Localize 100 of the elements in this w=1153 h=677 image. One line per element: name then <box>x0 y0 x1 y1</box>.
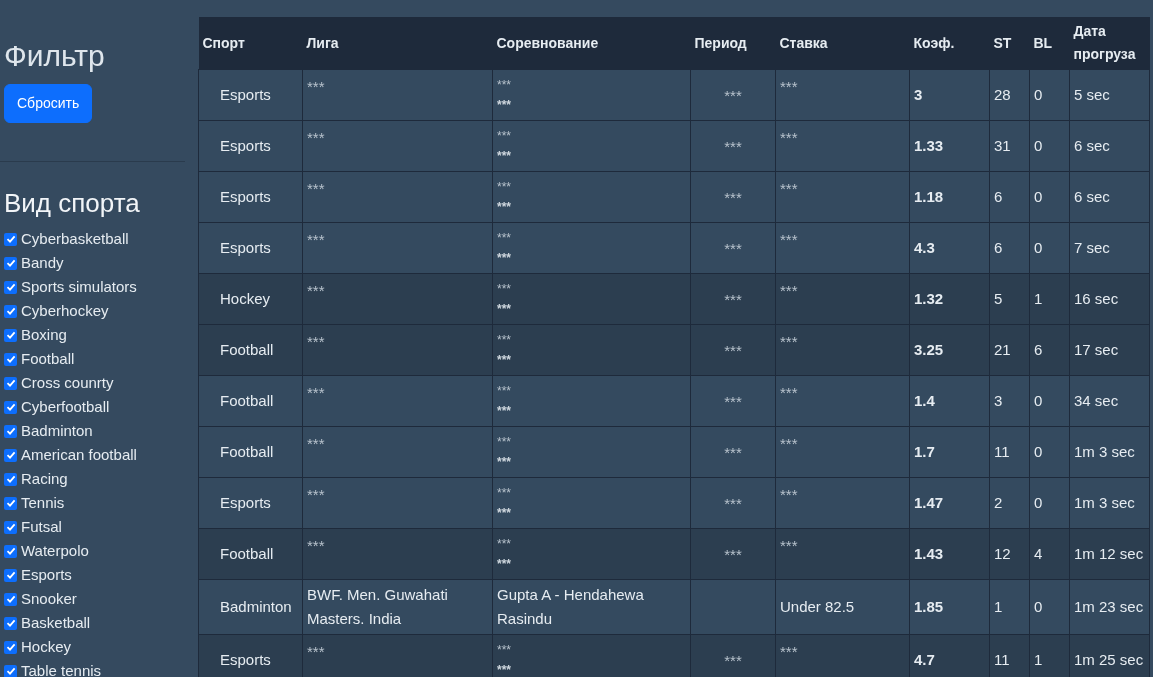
table-cell: 0 <box>1029 120 1070 171</box>
column-header: Спорт <box>198 17 303 69</box>
sport-label[interactable]: Football <box>21 347 75 371</box>
column-header: Коэф. <box>909 17 990 69</box>
table-cell-text: *** <box>497 351 512 369</box>
table-cell: 31 <box>989 120 1030 171</box>
table-cell: 6 sec <box>1069 171 1150 222</box>
sport-label[interactable]: Snooker <box>21 587 77 611</box>
checkbox[interactable] <box>4 328 17 342</box>
table-cell: *** <box>775 528 910 579</box>
checkbox[interactable] <box>4 376 17 390</box>
table-cell: Under 82.5 <box>775 579 910 634</box>
checkbox[interactable] <box>4 496 17 510</box>
checkbox[interactable] <box>4 400 17 414</box>
table-cell: 1m 3 sec <box>1069 426 1150 477</box>
table-cell: *** <box>690 426 776 477</box>
column-header: Период <box>690 17 776 69</box>
checkbox[interactable] <box>4 520 17 534</box>
table-cell: 34 sec <box>1069 375 1150 426</box>
table-cell: 1m 25 sec <box>1069 634 1150 677</box>
sport-label[interactable]: Futsal <box>21 515 62 539</box>
table-cell-text: *** <box>497 249 512 267</box>
sport-label[interactable]: Sports simulators <box>21 275 137 299</box>
table-cell: *** <box>775 222 910 273</box>
table-cell: *** <box>302 69 493 120</box>
table-cell-text: *** <box>497 641 512 659</box>
checkbox[interactable] <box>4 424 17 438</box>
sport-label[interactable]: Hockey <box>21 635 72 659</box>
checkbox[interactable] <box>4 280 17 294</box>
sport-label[interactable]: Table tennis <box>21 659 102 677</box>
table-cell: 16 sec <box>1069 273 1150 324</box>
sport-label[interactable]: Tennis <box>21 491 65 515</box>
sport-label[interactable]: Cyberfootball <box>21 395 110 419</box>
table-cell: 6 <box>989 171 1030 222</box>
sport-label[interactable]: Bandy <box>21 251 64 275</box>
table-cell: Football <box>198 528 303 579</box>
checkbox[interactable] <box>4 592 17 606</box>
checkbox[interactable] <box>4 640 17 654</box>
column-header: ST <box>989 17 1030 69</box>
sport-label[interactable]: Esports <box>21 563 72 587</box>
table-cell: 0 <box>1029 69 1070 120</box>
reset-button[interactable]: Сбросить <box>4 84 93 123</box>
sport-label[interactable]: Boxing <box>21 323 67 347</box>
table-cell: 3 <box>989 375 1030 426</box>
table-cell: 17 sec <box>1069 324 1150 375</box>
table-cell: 3.25 <box>909 324 990 375</box>
table-cell: 3 <box>909 69 990 120</box>
table-cell: *** <box>690 222 776 273</box>
checkbox[interactable] <box>4 664 17 677</box>
checkbox[interactable] <box>4 616 17 630</box>
table-cell-text: *** <box>497 453 512 471</box>
table-cell: 1.43 <box>909 528 990 579</box>
table-cell: 5 <box>989 273 1030 324</box>
sport-label[interactable]: Cross counrty <box>21 371 114 395</box>
table-cell: *** <box>302 375 493 426</box>
table-cell-text: *** <box>497 178 512 196</box>
column-header: Ставка <box>775 17 910 69</box>
checkbox[interactable] <box>4 568 17 582</box>
table-cell: *** <box>775 375 910 426</box>
table-cell: 1m 23 sec <box>1069 579 1150 634</box>
table-cell: *** <box>690 634 776 677</box>
sport-label[interactable]: Waterpolo <box>21 539 89 563</box>
table-cell: 1.32 <box>909 273 990 324</box>
table-cell: 1.47 <box>909 477 990 528</box>
table-cell: *** <box>690 324 776 375</box>
table-cell: Badminton <box>198 579 303 634</box>
table-cell: Esports <box>198 477 303 528</box>
table-cell: *** <box>775 477 910 528</box>
table-cell: *** <box>690 171 776 222</box>
sport-label[interactable]: Badminton <box>21 419 93 443</box>
table-cell: *** <box>302 222 493 273</box>
sport-label[interactable]: American football <box>21 443 137 467</box>
table-cell-text: *** <box>497 76 512 94</box>
checkbox[interactable] <box>4 448 17 462</box>
checkbox[interactable] <box>4 472 17 486</box>
table-cell: 11 <box>989 426 1030 477</box>
sport-label[interactable]: Cyberbasketball <box>21 227 129 251</box>
table-cell: *** <box>302 171 493 222</box>
table-cell-text: *** <box>497 96 512 114</box>
table-cell-text: *** <box>497 147 512 165</box>
checkbox[interactable] <box>4 352 17 366</box>
table-cell: *** <box>775 324 910 375</box>
table-cell: *** <box>775 120 910 171</box>
sport-label[interactable]: Basketball <box>21 611 91 635</box>
checkbox[interactable] <box>4 304 17 318</box>
table-cell: 6 sec <box>1069 120 1150 171</box>
checkbox[interactable] <box>4 232 17 246</box>
table-cell: *** <box>302 120 493 171</box>
table-cell: 1.85 <box>909 579 990 634</box>
table-cell-text: *** <box>497 280 512 298</box>
table-cell: 4 <box>1029 528 1070 579</box>
table-cell: 4.7 <box>909 634 990 677</box>
checkbox[interactable] <box>4 256 17 270</box>
table-cell: *** <box>302 426 493 477</box>
checkbox[interactable] <box>4 544 17 558</box>
table-cell: Hockey <box>198 273 303 324</box>
sport-label[interactable]: Racing <box>21 467 68 491</box>
sport-label[interactable]: Cyberhockey <box>21 299 109 323</box>
table-cell-text: *** <box>497 331 512 349</box>
table-cell: 1 <box>1029 634 1070 677</box>
